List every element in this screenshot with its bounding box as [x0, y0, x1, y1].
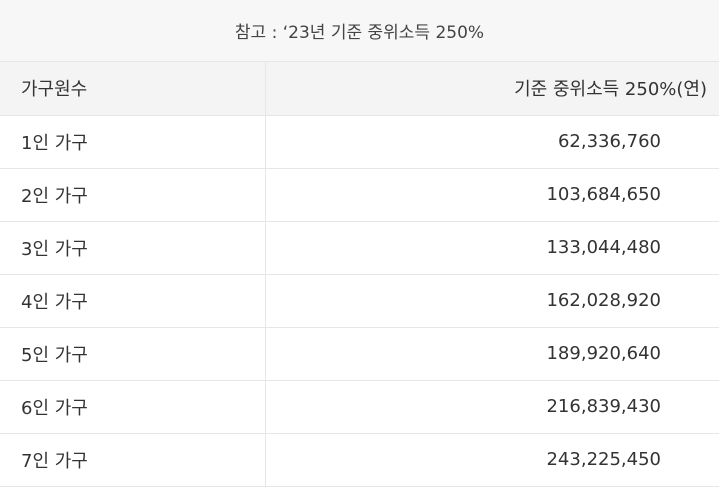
income-cell: 62,336,760: [265, 115, 719, 169]
table-header: 가구원수 기준 중위소득 250%(연): [0, 62, 719, 116]
table-row: 2인 가구 103,684,650: [0, 168, 719, 222]
income-cell: 133,044,480: [265, 221, 719, 275]
income-cell: 162,028,920: [265, 274, 719, 328]
household-cell: 7인 가구: [0, 433, 266, 487]
income-cell: 216,839,430: [265, 380, 719, 434]
household-cell: 1인 가구: [0, 115, 266, 169]
caption-text: 참고 : ‘23년 기준 중위소득 250%: [234, 23, 485, 43]
table-row: 1인 가구 62,336,760: [0, 115, 719, 169]
table-caption: 참고 : ‘23년 기준 중위소득 250%: [0, 0, 719, 62]
table-row: 5인 가구 189,920,640: [0, 327, 719, 381]
household-cell: 5인 가구: [0, 327, 266, 381]
income-cell: 103,684,650: [265, 168, 719, 222]
table-row: 7인 가구 243,225,450: [0, 433, 719, 487]
income-cell: 243,225,450: [265, 433, 719, 487]
household-cell: 4인 가구: [0, 274, 266, 328]
header-median-income: 기준 중위소득 250%(연): [265, 62, 719, 116]
household-cell: 6인 가구: [0, 380, 266, 434]
header-household-count: 가구원수: [0, 62, 266, 116]
table-row: 3인 가구 133,044,480: [0, 221, 719, 275]
median-income-table: 가구원수 기준 중위소득 250%(연) 1인 가구 62,336,760 2인…: [0, 62, 719, 487]
income-cell: 189,920,640: [265, 327, 719, 381]
table-row: 4인 가구 162,028,920: [0, 274, 719, 328]
household-cell: 3인 가구: [0, 221, 266, 275]
household-cell: 2인 가구: [0, 168, 266, 222]
header-row: 가구원수 기준 중위소득 250%(연): [0, 62, 719, 116]
table-row: 6인 가구 216,839,430: [0, 380, 719, 434]
table-body: 1인 가구 62,336,760 2인 가구 103,684,650 3인 가구…: [0, 115, 719, 487]
